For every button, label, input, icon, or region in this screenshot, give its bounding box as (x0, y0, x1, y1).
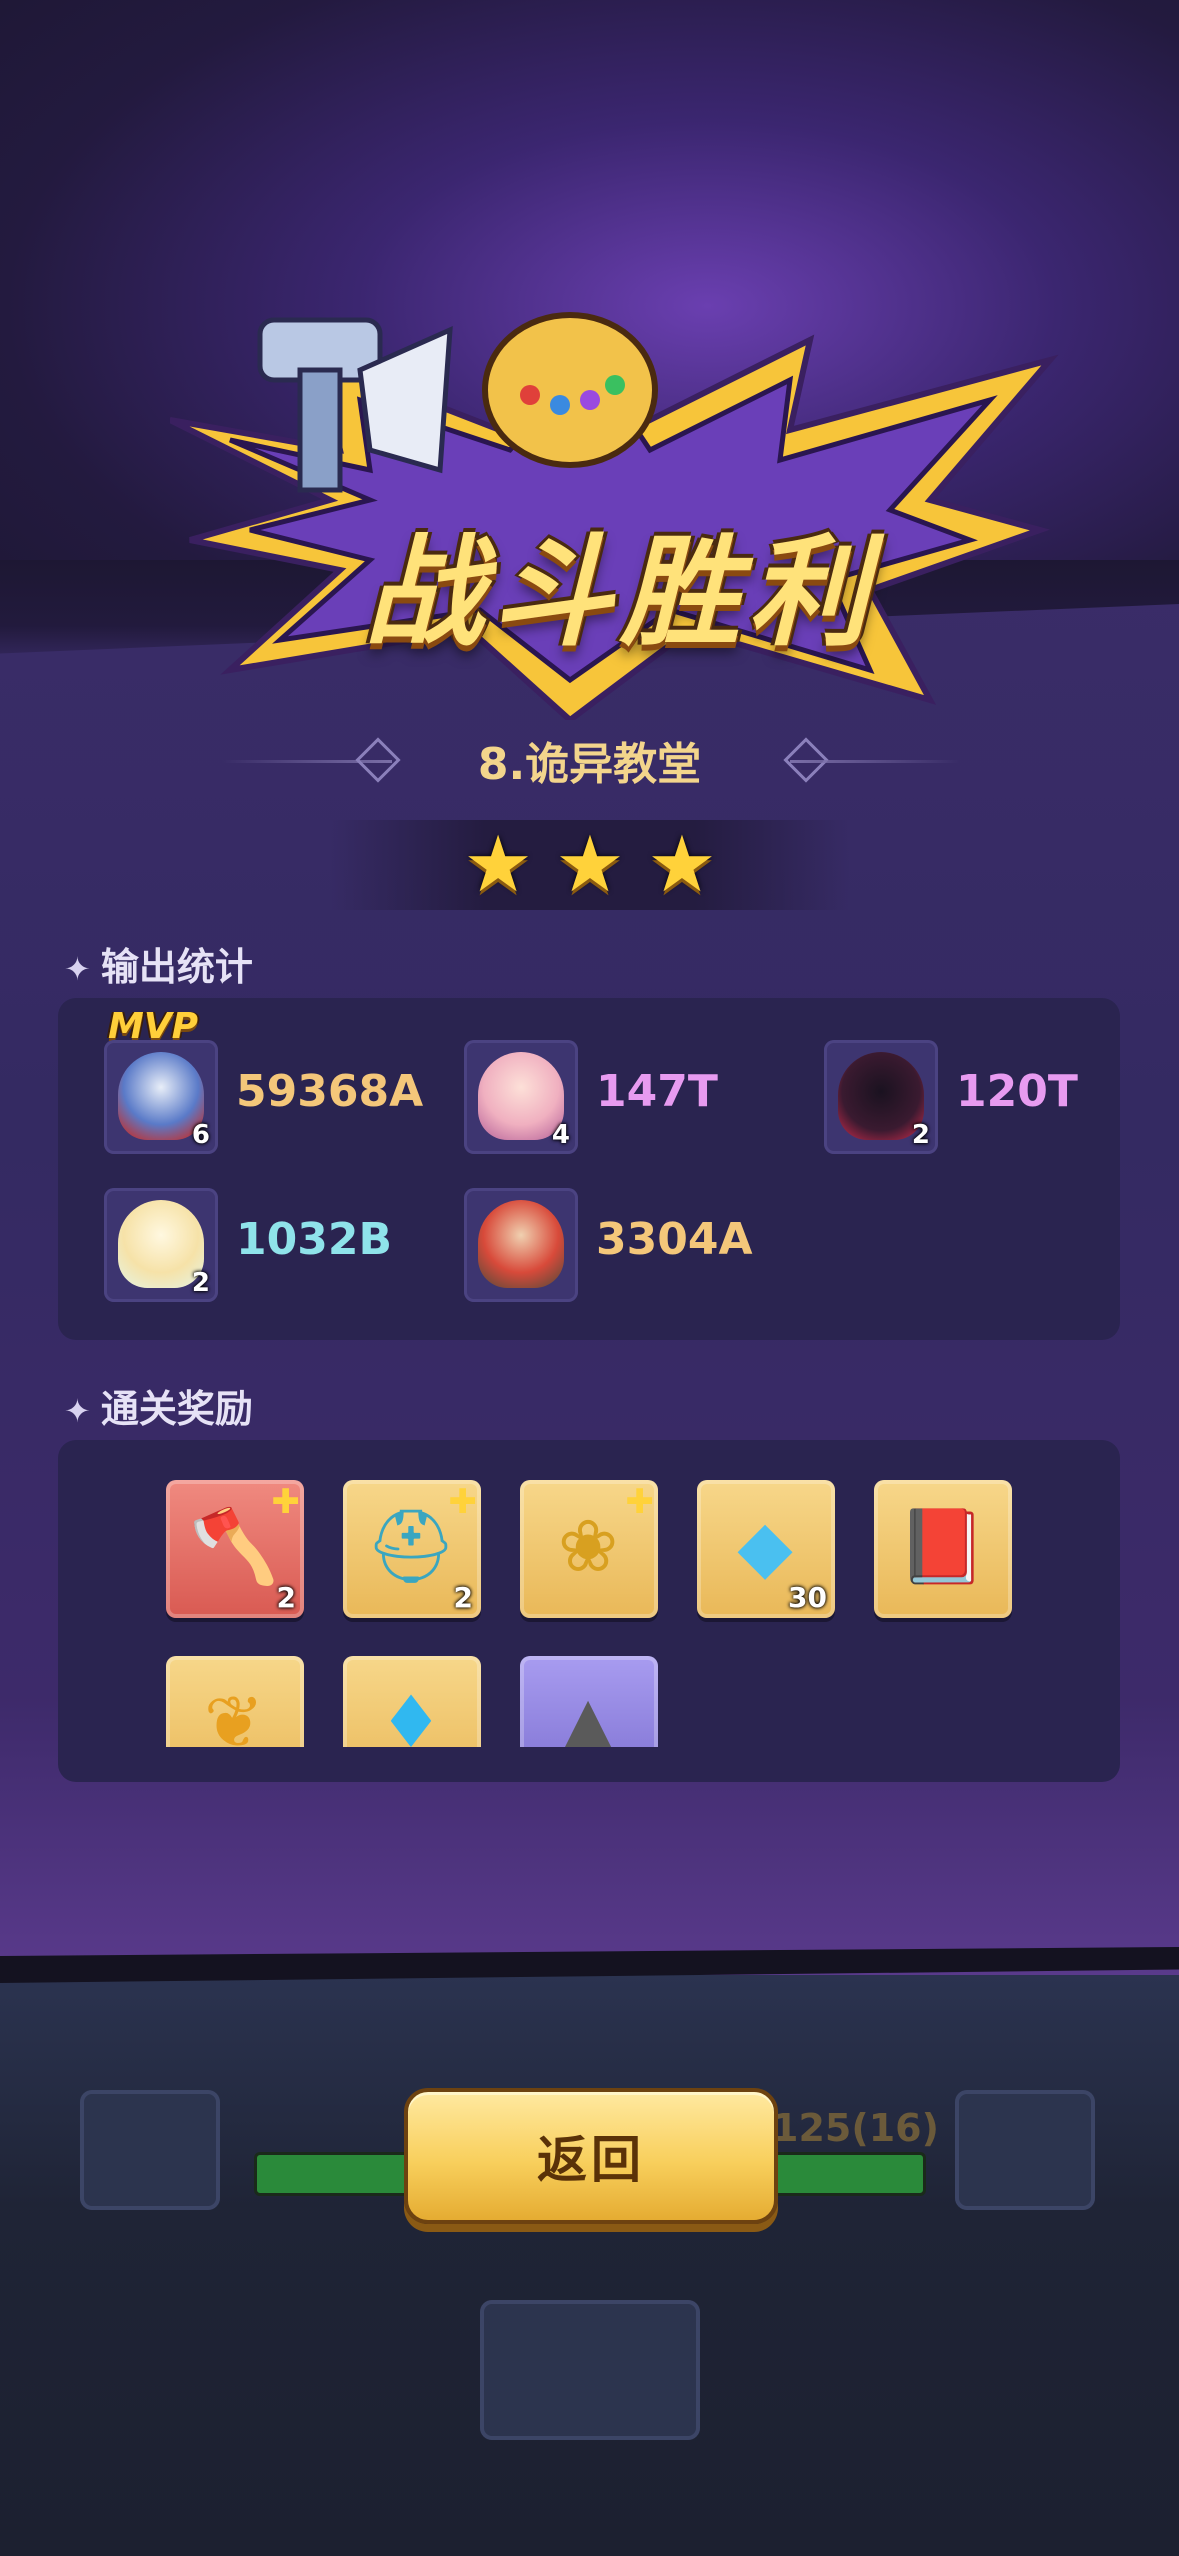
hero-level: 6 (191, 1120, 210, 1150)
reward-item[interactable]: ❦ (166, 1656, 304, 1747)
puzzle-piece-icon: ✚ (625, 1482, 655, 1522)
reward-item[interactable]: ♦ (343, 1656, 481, 1747)
puzzle-piece-icon: ✚ (448, 1482, 478, 1522)
sparkle-icon: ✦ (64, 1392, 91, 1430)
hero-damage: 120T (956, 1066, 1078, 1117)
damage-stats-title: ✦ 输出统计 (64, 945, 253, 989)
field-tile (955, 2090, 1095, 2210)
rewards-scroll-area[interactable]: 🪓 ✚ 2 ⛑ ✚ 2 ❀ ✚ ◆ 30 📕 ❦ ♦ ▲ (58, 1442, 1120, 1747)
hero-damage: 1032B (236, 1214, 392, 1265)
reward-item[interactable]: ⛑ ✚ 2 (343, 1480, 481, 1618)
spellbook-icon: 📕 (897, 1504, 987, 1588)
hp-bar-right (770, 2152, 926, 2196)
hero-avatar[interactable]: 4 (464, 1040, 578, 1154)
rewards-title: ✦ 通关奖励 (64, 1387, 253, 1431)
reward-item[interactable]: 📕 (874, 1480, 1012, 1618)
star-icon: ★ (463, 820, 534, 910)
star-rating: ★ ★ ★ (330, 820, 850, 910)
axe-piece-icon: 🪓 (189, 1504, 279, 1588)
red-knight-icon (478, 1200, 564, 1288)
tower-helmet-piece-icon: ⛑ (365, 1504, 457, 1588)
reward-quantity: 2 (453, 1581, 473, 1614)
star-icon: ★ (555, 820, 625, 910)
hp-bar-left (254, 2152, 410, 2196)
golden-wings-icon: ❦ (203, 1680, 265, 1747)
hero-damage: 59368A (236, 1066, 424, 1117)
star-icon: ★ (646, 820, 717, 910)
hp-readout: 125(16) (772, 2106, 939, 2150)
stage-name: 8.诡异教堂 (477, 739, 702, 790)
hero-level: 2 (911, 1120, 930, 1150)
diamond-icon: ♦ (378, 1680, 444, 1747)
hero-avatar[interactable]: 2 (104, 1188, 218, 1302)
hero-avatar[interactable]: 6 (104, 1040, 218, 1154)
reward-item[interactable]: ▲ (520, 1656, 658, 1747)
field-tile (480, 2300, 700, 2440)
damage-stats-panel: MVP 6 59368A 4 147T 2 120T 2 1032B 3304A (58, 998, 1120, 1340)
hero-level: 4 (551, 1120, 570, 1150)
battlefield-background (0, 1975, 1179, 2556)
divider-right (790, 760, 960, 763)
hero-level: 2 (191, 1268, 210, 1298)
reward-quantity: 2 (276, 1581, 296, 1614)
field-tile (80, 2090, 220, 2210)
victory-banner: 战斗胜利 (168, 300, 1070, 724)
back-button[interactable]: 返回 (404, 2088, 778, 2224)
flower-piece-icon: ❀ (557, 1504, 619, 1588)
hero-damage: 3304A (596, 1214, 753, 1265)
hero-damage: 147T (596, 1066, 718, 1117)
gauntlet-icon (482, 312, 658, 468)
reward-item[interactable]: ❀ ✚ (520, 1480, 658, 1618)
puzzle-piece-icon: ✚ (271, 1482, 301, 1522)
sparkle-icon: ✦ (64, 950, 91, 988)
stone-shard-icon: ▲ (560, 1680, 616, 1747)
reward-item[interactable]: ◆ 30 (697, 1480, 835, 1618)
hero-avatar[interactable]: 2 (824, 1040, 938, 1154)
reward-quantity: 30 (788, 1581, 827, 1614)
reward-item[interactable]: 🪓 ✚ 2 (166, 1480, 304, 1618)
hero-avatar[interactable] (464, 1188, 578, 1302)
victory-title: 战斗胜利 (364, 524, 876, 663)
